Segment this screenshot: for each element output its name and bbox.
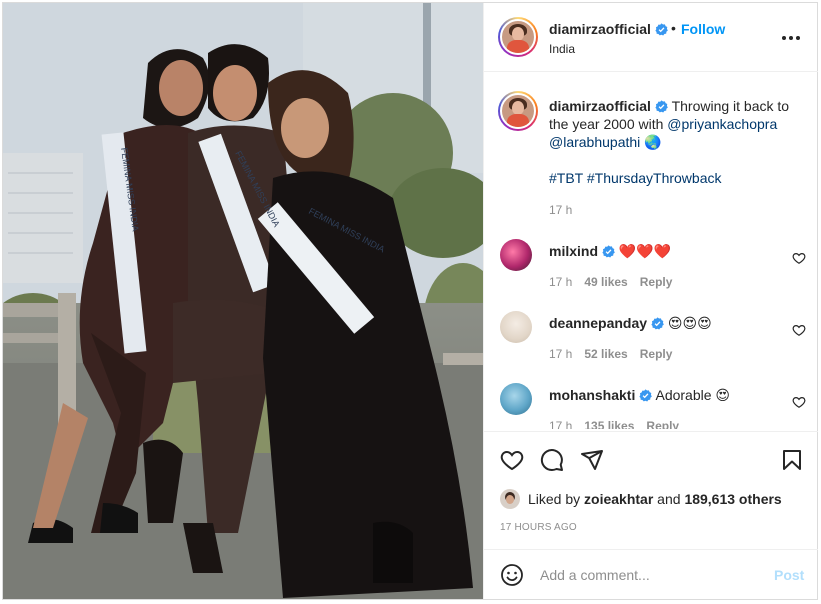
commenter-username[interactable]: mohanshakti <box>549 387 653 403</box>
reply-button[interactable]: Reply <box>640 347 673 361</box>
post-modal: FEMINA MISS INDIA FEMINA MISS INDIA FEMI… <box>2 2 818 600</box>
post-photo[interactable]: FEMINA MISS INDIA FEMINA MISS INDIA FEMI… <box>3 3 483 599</box>
comment-time: 17 h <box>549 275 573 289</box>
caption-username[interactable]: diamirzaofficial <box>549 98 668 114</box>
liker-avatar[interactable] <box>500 489 520 509</box>
more-options-icon[interactable] <box>781 28 801 48</box>
verified-icon <box>602 245 615 258</box>
comment-likes[interactable]: 49 likes <box>584 275 627 289</box>
comment-icon[interactable] <box>540 448 564 472</box>
caption-time: 17 h <box>549 203 573 217</box>
heart-icon[interactable] <box>792 323 806 337</box>
heart-icon[interactable] <box>792 251 806 265</box>
reply-button[interactable]: Reply <box>646 419 679 429</box>
post-header: diamirzaofficial • Follow India <box>484 3 818 72</box>
emoji-icon[interactable] <box>500 563 524 587</box>
photo-illustration: FEMINA MISS INDIA FEMINA MISS INDIA FEMI… <box>3 3 483 599</box>
post-button[interactable]: Post <box>774 567 804 583</box>
add-comment-bar: Post <box>484 549 818 599</box>
comment-body: Adorable 😍 <box>655 387 731 403</box>
comment-meta: 17 h 135 likes Reply <box>549 419 679 429</box>
hashtag-link[interactable]: #ThursdayThrowback <box>587 170 722 186</box>
post-location[interactable]: India <box>549 42 575 56</box>
mention-link[interactable]: @priyankachopra <box>667 116 777 132</box>
comment-text: milxind ❤️❤️❤️ <box>549 242 779 260</box>
liked-by-text: Liked by zoieakhtar and 189,613 others <box>528 491 782 507</box>
comment-input[interactable] <box>540 564 760 586</box>
likes-count[interactable]: 189,613 others <box>684 491 781 507</box>
comment-time: 17 h <box>549 419 573 429</box>
author-username[interactable]: diamirzaofficial <box>549 21 668 37</box>
commenter-avatar[interactable] <box>500 383 532 415</box>
comment-likes[interactable]: 135 likes <box>584 419 634 429</box>
author-avatar[interactable] <box>498 17 538 57</box>
mention-link[interactable]: @larabhupathi <box>549 134 640 150</box>
comment-likes[interactable]: 52 likes <box>584 347 627 361</box>
verified-icon <box>655 23 668 36</box>
verified-icon <box>639 389 653 402</box>
comment-time: 17 h <box>549 347 573 361</box>
hashtag-link[interactable]: #TBT <box>549 170 583 186</box>
caption-avatar[interactable] <box>498 91 538 131</box>
comment-text: mohanshakti Adorable 😍 <box>549 386 779 404</box>
comment-body: ❤️❤️❤️ <box>618 243 672 259</box>
reply-button[interactable]: Reply <box>640 275 673 289</box>
comment-text: deannepanday 😍😍😍 <box>549 314 779 332</box>
commenter-username[interactable]: milxind <box>549 243 615 259</box>
caption-text: diamirzaofficial Throwing it back to the… <box>549 97 799 187</box>
commenter-avatar[interactable] <box>500 239 532 271</box>
comment-meta: 17 h 52 likes Reply <box>549 347 672 361</box>
heart-icon[interactable] <box>792 395 806 409</box>
comment-body: 😍😍😍 <box>667 315 712 331</box>
header-separator: • <box>671 20 676 36</box>
commenter-username[interactable]: deannepanday <box>549 315 664 331</box>
commenter-avatar[interactable] <box>500 311 532 343</box>
like-icon[interactable] <box>500 448 524 472</box>
share-icon[interactable] <box>580 448 604 472</box>
globe-emoji: 🌏 <box>644 134 662 150</box>
post-timestamp[interactable]: 17 HOURS AGO <box>500 522 577 533</box>
verified-icon <box>651 317 664 330</box>
follow-button[interactable]: Follow <box>681 21 725 37</box>
post-side-panel: diamirzaofficial • Follow India diamirza… <box>483 3 818 599</box>
liker-username[interactable]: zoieakhtar <box>584 491 653 507</box>
comments-list[interactable]: diamirzaofficial Throwing it back to the… <box>484 73 818 429</box>
save-icon[interactable] <box>780 448 804 472</box>
verified-icon <box>655 100 668 113</box>
post-actions: Liked by zoieakhtar and 189,613 others 1… <box>484 431 818 549</box>
comment-meta: 17 h 49 likes Reply <box>549 275 672 289</box>
